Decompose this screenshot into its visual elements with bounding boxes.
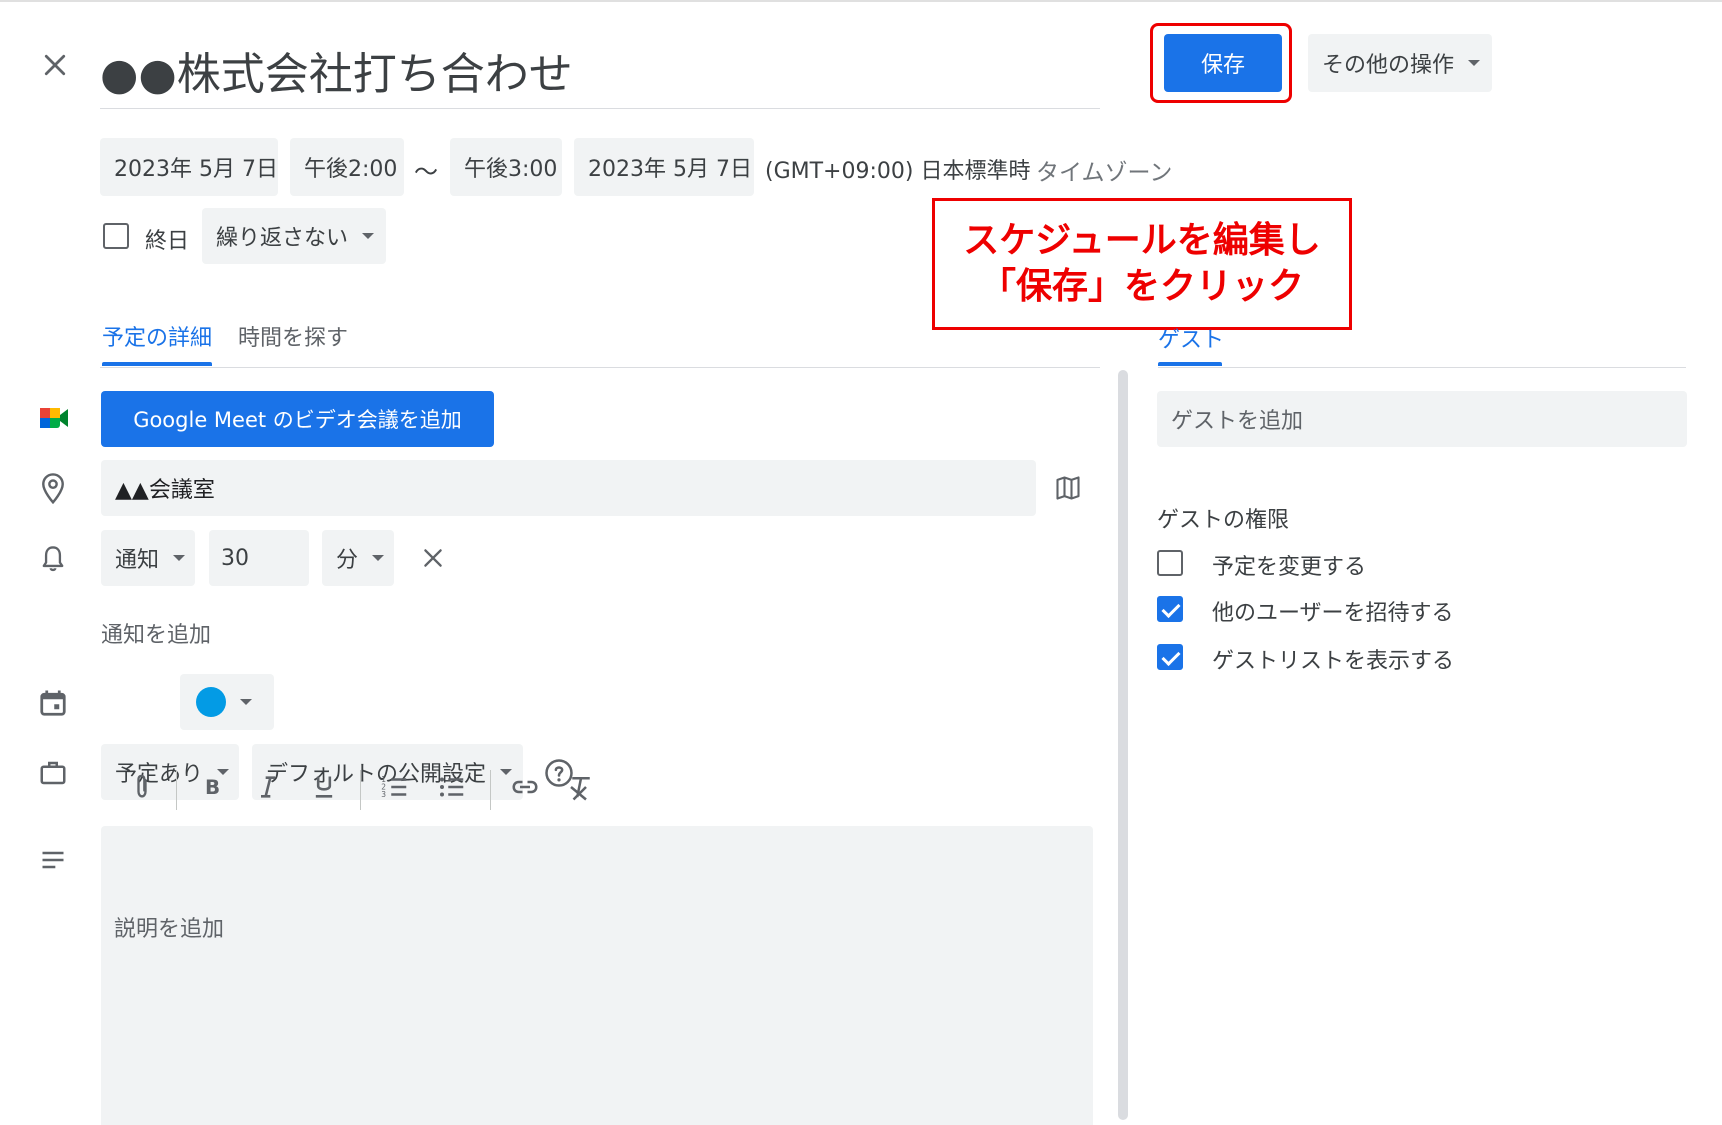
bulleted-list-icon[interactable]: [437, 772, 467, 802]
details-scrollbar[interactable]: [1118, 370, 1128, 1120]
chevron-down-icon: [372, 555, 385, 561]
all-day-checkbox[interactable]: [103, 223, 129, 249]
notification-unit-dropdown[interactable]: 分: [322, 530, 394, 586]
more-actions-button[interactable]: その他の操作: [1308, 34, 1492, 92]
add-notification-link[interactable]: 通知を追加: [101, 617, 211, 649]
toolbar-divider: [490, 770, 491, 810]
briefcase-icon: [38, 758, 68, 788]
tab-active-indicator: [102, 362, 212, 366]
description-editor[interactable]: [101, 826, 1093, 1125]
repeat-label: 繰り返さない: [216, 226, 349, 251]
timezone-link[interactable]: タイムゾーン: [1036, 153, 1172, 187]
end-date-button[interactable]: 2023年 5月 7日: [574, 138, 754, 196]
more-actions-label: その他の操作: [1322, 53, 1455, 78]
callout-line-2: 「保存」をクリック: [979, 266, 1304, 307]
location-input[interactable]: ▲▲会議室: [101, 460, 1036, 516]
event-title-input[interactable]: ●●株式会社打ち合わせ: [100, 38, 573, 102]
permission-see-list-label: ゲストリストを表示する: [1212, 649, 1455, 674]
permission-modify-checkbox[interactable]: [1157, 550, 1183, 576]
add-google-meet-button[interactable]: Google Meet のビデオ会議を追加: [101, 391, 494, 447]
link-icon[interactable]: [510, 772, 540, 802]
toolbar-divider: [176, 770, 177, 810]
add-guest-input[interactable]: ゲストを追加: [1157, 391, 1687, 447]
google-meet-icon: [38, 405, 70, 431]
notification-unit-label: 分: [336, 548, 359, 573]
end-time-button[interactable]: 午後3:00: [450, 138, 562, 196]
svg-text:B: B: [205, 776, 220, 799]
permission-invite-label: 他のユーザーを招待する: [1212, 601, 1454, 626]
bold-icon[interactable]: B: [198, 772, 226, 802]
chevron-down-icon: [173, 555, 186, 561]
tab-find-time[interactable]: 時間を探す: [238, 320, 348, 352]
chevron-down-icon: [240, 699, 252, 705]
notification-time-input[interactable]: 30: [209, 530, 309, 586]
notification-type-dropdown[interactable]: 通知: [101, 530, 195, 586]
description-icon: [39, 848, 67, 872]
italic-icon[interactable]: [254, 772, 282, 802]
tab-guests[interactable]: ゲスト: [1158, 322, 1224, 354]
start-time-button[interactable]: 午後2:00: [290, 138, 404, 196]
close-icon[interactable]: [40, 50, 70, 80]
event-color-swatch: [196, 687, 226, 717]
svg-text:3: 3: [381, 790, 386, 799]
tabs-divider: [100, 367, 1100, 368]
permission-modify-label: 予定を変更する: [1212, 555, 1367, 580]
callout-line-1: スケジュールを編集し: [963, 220, 1321, 261]
instruction-callout: スケジュールを編集し 「保存」をクリック: [932, 198, 1352, 330]
repeat-dropdown[interactable]: 繰り返さない: [202, 208, 386, 264]
timezone-value: (GMT+09:00) 日本標準時: [765, 159, 1031, 184]
permission-see-list-checkbox[interactable]: [1157, 644, 1183, 670]
description-placeholder: 説明を追加: [114, 917, 225, 942]
bell-icon: [39, 544, 67, 574]
toolbar-divider: [360, 770, 361, 810]
title-underline: [100, 108, 1100, 109]
event-color-dropdown[interactable]: [180, 674, 274, 730]
top-border: [0, 0, 1722, 2]
time-separator: ～: [414, 158, 438, 186]
numbered-list-icon[interactable]: 123: [380, 772, 410, 802]
map-icon[interactable]: [1054, 474, 1082, 502]
remove-notification-icon[interactable]: [420, 545, 446, 571]
chevron-down-icon: [362, 233, 375, 239]
guests-tab-indicator: [1158, 362, 1222, 366]
clear-formatting-icon[interactable]: [566, 772, 596, 802]
calendar-icon: [38, 688, 68, 718]
permission-invite-checkbox[interactable]: [1157, 596, 1183, 622]
guests-divider: [1158, 367, 1686, 368]
location-pin-icon: [38, 472, 68, 506]
tab-event-details[interactable]: 予定の詳細: [102, 320, 212, 352]
start-date-button[interactable]: 2023年 5月 7日: [100, 138, 278, 196]
attachment-icon[interactable]: [128, 772, 156, 802]
notification-type-label: 通知: [115, 548, 160, 573]
underline-icon[interactable]: [310, 772, 338, 802]
guest-permissions-title: ゲストの権限: [1157, 508, 1290, 533]
save-button[interactable]: 保存: [1164, 34, 1282, 92]
all-day-label: 終日: [145, 229, 190, 254]
chevron-down-icon: [1468, 60, 1481, 66]
